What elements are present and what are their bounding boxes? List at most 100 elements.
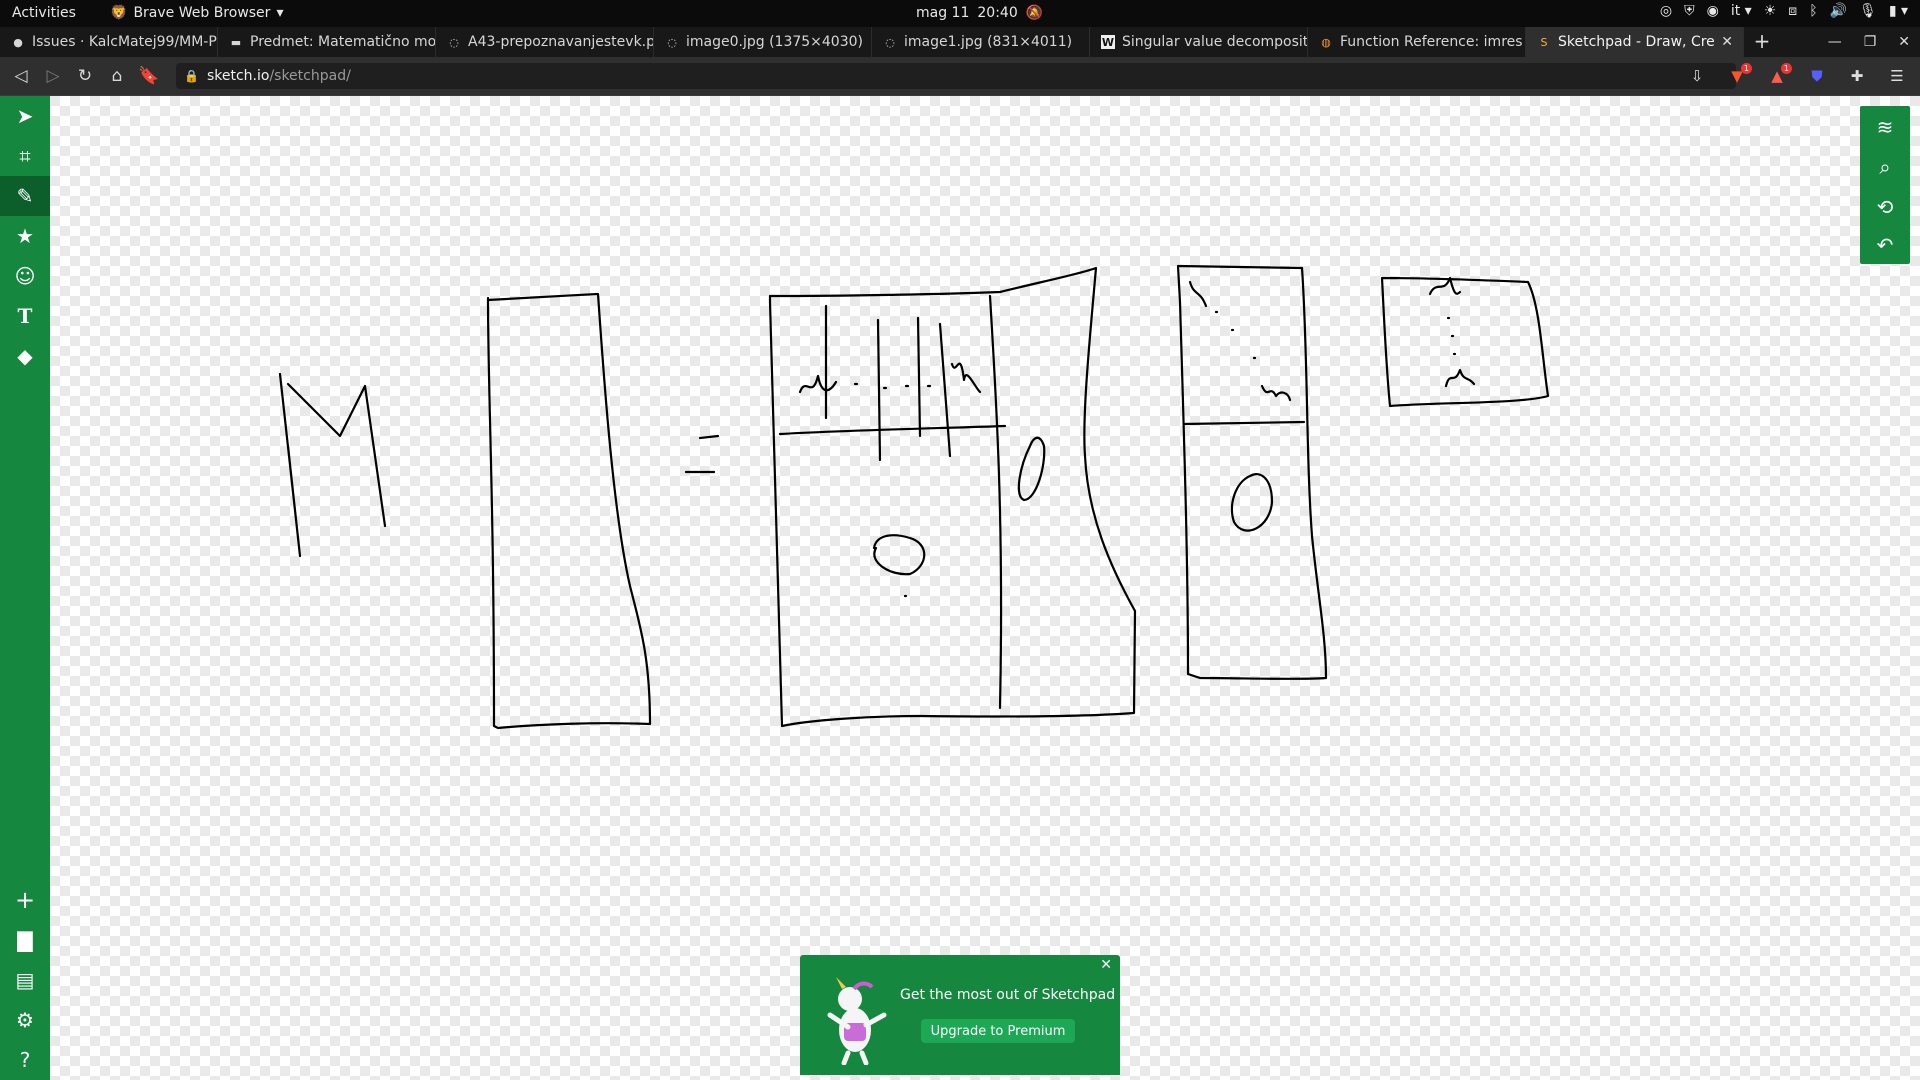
sticker-icon[interactable]: ☺ (0, 256, 50, 296)
tab-title: Function Reference: imres (1340, 34, 1523, 50)
stroke-equals (684, 434, 720, 474)
close-window-icon[interactable]: ✕ (1898, 34, 1910, 50)
app-menu[interactable]: 🦁 Brave Web Browser ▾ (110, 5, 283, 21)
tab-sketchpad[interactable]: S Sketchpad - Draw, Crea ✕ (1526, 27, 1744, 57)
navigation-bar: ◁ ▷ ↻ ⌂ 🔖 🔒 sketch.io/sketchpad/ ⇩ ▼ 1 ▲ 1… (0, 57, 1920, 96)
help-icon[interactable]: ? (0, 1040, 50, 1080)
microphone-icon[interactable]: 🎙 (1859, 3, 1877, 19)
stroke-sigma-zero (1230, 473, 1274, 532)
globe-icon: ◌ (885, 35, 895, 49)
caret-down-icon: ▾ (276, 5, 284, 21)
stroke-matrix-u (768, 266, 1137, 728)
right-toolbar: ≋ ⌕ ⟲ ↶ (1860, 106, 1910, 264)
tab-title: Singular value decomposit (1122, 34, 1307, 50)
clock-time: 20:40 (977, 5, 1018, 21)
toolbar-right: ⇩ ▼ 1 ▲ 1 ⛊ ✚ ☰ (1686, 63, 1908, 87)
settings-icon[interactable]: ⚙ (0, 1000, 50, 1040)
course-icon: ▬ (230, 35, 242, 49)
rewards-badge: 1 (1780, 63, 1792, 74)
fill-icon[interactable]: ◆ (0, 336, 50, 376)
system-tray: ◎ ⛨ ◉ it ▾ ☀ ⧈ ᛒ 🔊 🎙 ▮ ▾ (1660, 3, 1908, 19)
extension-shield-icon[interactable]: ⛊ (1806, 65, 1828, 87)
reload-icon[interactable]: ↻ (74, 65, 96, 87)
folder-icon[interactable]: ▇ (0, 920, 50, 960)
tab-title: A43-prepoznavanjestevk.p (468, 34, 653, 50)
history-icon[interactable]: ⟲ (1860, 188, 1910, 226)
save-icon[interactable]: ▤ (0, 960, 50, 1000)
stroke-matrix-sigma (1176, 264, 1328, 680)
tab-predmet[interactable]: ▬ Predmet: Matematično mo (218, 27, 436, 57)
menu-icon[interactable]: ☰ (1886, 65, 1908, 87)
stroke-matrix-vt (1380, 276, 1550, 408)
restore-icon[interactable]: ❐ (1864, 34, 1877, 50)
system-top-bar: Activities 🦁 Brave Web Browser ▾ mag 11 … (0, 0, 1920, 27)
tab-strip: ● Issues · KalcMatej99/MM-P ▬ Predmet: M… (0, 27, 1920, 57)
stroke-matrix-a (486, 292, 652, 730)
stroke-sigma-dots (1214, 310, 1257, 360)
new-tab-button[interactable]: + (1750, 27, 1774, 57)
minimize-icon[interactable]: — (1828, 34, 1842, 50)
volume-icon[interactable]: 🔊 (1830, 3, 1847, 19)
close-tab-icon[interactable]: ✕ (1721, 34, 1733, 50)
stroke-u-horizontal (778, 424, 1007, 436)
premium-promo-banner: Get the most out of Sketchpad Upgrade to… (800, 955, 1120, 1075)
tab-image1[interactable]: ◌ image1.jpg (831×4011) (872, 27, 1090, 57)
sketch-drawing (278, 264, 1550, 730)
home-icon[interactable]: ⌂ (106, 65, 128, 87)
layers-icon[interactable]: ≋ (1860, 108, 1910, 146)
tab-svd-wikipedia[interactable]: W Singular value decomposit (1090, 27, 1308, 57)
stroke-u-u1 (798, 374, 838, 394)
bluetooth-icon[interactable]: ᛒ (1809, 3, 1817, 19)
brightness-icon[interactable]: ☀ (1764, 3, 1777, 19)
brave-shields-icon[interactable]: ▼ 1 (1726, 63, 1752, 87)
activities-button[interactable]: Activities (12, 5, 76, 21)
battery-icon[interactable]: ▮ ▾ (1889, 3, 1908, 19)
clock-date: mag 11 (916, 5, 970, 21)
crop-icon[interactable]: ⌗ (0, 136, 50, 176)
tab-title: image0.jpg (1375×4030) (686, 34, 863, 50)
sketchpad-icon: S (1540, 35, 1548, 49)
tab-image0[interactable]: ◌ image0.jpg (1375×4030) (654, 27, 872, 57)
extensions-puzzle-icon[interactable]: ✚ (1846, 65, 1868, 87)
back-icon[interactable]: ◁ (10, 65, 32, 87)
language-indicator[interactable]: it ▾ (1731, 3, 1752, 19)
discord-tray-icon[interactable]: ◉ (1707, 3, 1719, 19)
shield-tray-icon[interactable]: ⛨ (1684, 3, 1695, 19)
tab-title: Issues · KalcMatej99/MM-P (32, 34, 217, 50)
tab-github-issues[interactable]: ● Issues · KalcMatej99/MM-P (0, 27, 218, 57)
address-bar[interactable]: 🔒 sketch.io/sketchpad/ (176, 63, 1736, 89)
stroke-u-zero-big (872, 534, 926, 576)
install-app-icon[interactable]: ⇩ (1686, 65, 1708, 87)
clock[interactable]: mag 11 20:40 🔕 (916, 5, 1043, 21)
lock-icon: 🔒 (184, 69, 199, 83)
url-path: /sketchpad/ (269, 68, 351, 84)
add-icon[interactable]: + (0, 880, 50, 920)
zoom-icon[interactable]: ⌕ (1860, 148, 1910, 186)
text-icon[interactable]: T (0, 296, 50, 336)
globe-icon: ◌ (449, 35, 459, 49)
tab-title: Predmet: Matematično mo (250, 34, 435, 50)
stroke-u-um (950, 362, 982, 394)
unicorn-mascot-image (827, 977, 887, 1065)
sketch-canvas[interactable] (0, 96, 1920, 1080)
app-menu-label: Brave Web Browser (133, 5, 271, 21)
undo-icon[interactable]: ↶ (1860, 226, 1910, 264)
brave-rewards-icon[interactable]: ▲ 1 (1766, 63, 1792, 87)
brave-lion-icon: 🦁 (110, 5, 128, 21)
left-toolbar: ➤ ⌗ ✎ ★ ☺ T ◆ + ▇ ▤ ⚙ ? (0, 96, 50, 1080)
tab-octave-imresize[interactable]: ◍ Function Reference: imres (1308, 27, 1526, 57)
network-icon[interactable]: ⧈ (1788, 3, 1797, 19)
wikipedia-icon: W (1101, 35, 1115, 49)
close-promo-icon[interactable]: ✕ (1100, 957, 1112, 973)
forward-icon[interactable]: ▷ (42, 65, 64, 87)
network-tray-icon[interactable]: ◎ (1660, 3, 1672, 19)
tab-title: Sketchpad - Draw, Crea (1558, 34, 1715, 50)
pointer-icon[interactable]: ➤ (0, 96, 50, 136)
star-icon[interactable]: ★ (0, 216, 50, 256)
stroke-letter-m (278, 372, 387, 558)
pencil-icon[interactable]: ✎ (0, 176, 50, 216)
upgrade-premium-button[interactable]: Upgrade to Premium (921, 1019, 1075, 1043)
stroke-vt-vn (1444, 368, 1476, 388)
bookmark-icon[interactable]: 🔖 (138, 65, 160, 87)
tab-a43[interactable]: ◌ A43-prepoznavanjestevk.p (436, 27, 654, 57)
